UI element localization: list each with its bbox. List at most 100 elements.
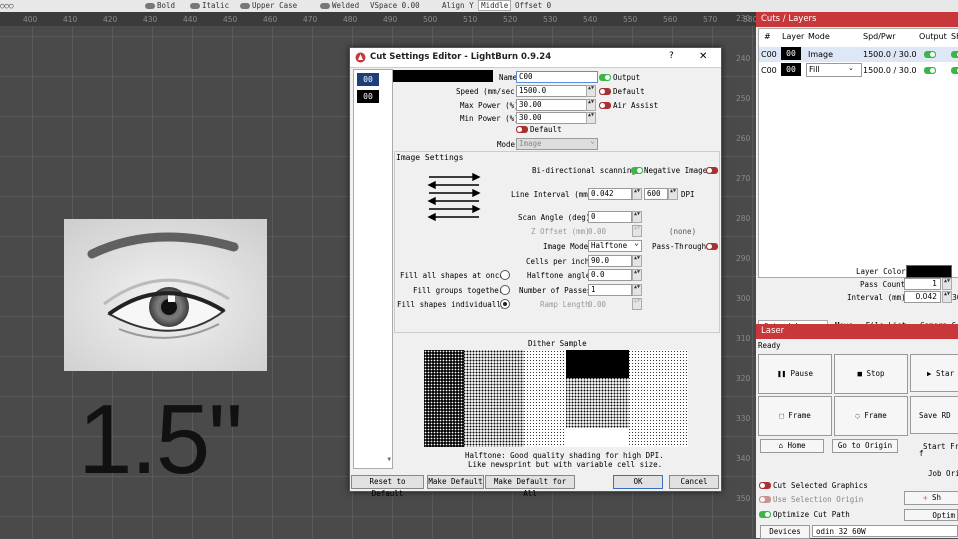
layer-list[interactable]: 00 00 ▼ (353, 69, 393, 469)
start-button[interactable]: ▶ Star (910, 354, 958, 392)
show-label: Sh (932, 493, 942, 502)
vspace-input[interactable]: 0.00 (402, 1, 420, 10)
upper-case-label: Upper Case (252, 1, 298, 10)
z-offset-spinner[interactable]: ▲▼ (632, 225, 642, 237)
row-speed-power: 1500.0 / 30.0 (863, 50, 917, 59)
use-selection-origin-toggle[interactable] (759, 496, 771, 503)
bidirectional-toggle[interactable] (631, 167, 643, 174)
save-rd-button[interactable]: Save RD f (910, 396, 958, 458)
ruler-tick-label: 550 (623, 15, 638, 24)
scan-angle-input[interactable]: 0 (588, 211, 632, 223)
max-power-input[interactable]: 30.00 (516, 99, 588, 111)
dpi-spinner[interactable]: ▲▼ (668, 188, 678, 200)
optimize-cut-path-toggle[interactable] (759, 511, 771, 518)
ruler-tick-label: 230 (736, 14, 751, 23)
italic-label: Italic (202, 1, 230, 10)
pass-count-spinner[interactable]: ▲▼ (942, 278, 952, 290)
start-from-label: Start Fr (923, 442, 958, 451)
row-output-toggle[interactable] (924, 67, 936, 74)
fill-groups-label: Fill groups together (413, 286, 504, 295)
row-speed-power: 1500.0 / 30.0 (863, 66, 917, 75)
image-mode-select[interactable]: Halftone (588, 238, 642, 252)
max-power-spinner[interactable]: ▲▼ (586, 99, 596, 111)
ruler-tick-label: 270 (736, 174, 751, 183)
fill-individual-radio[interactable] (500, 299, 510, 309)
vspace-control: VSpace 0.00 (370, 0, 420, 11)
scroll-down-icon[interactable]: ▼ (387, 456, 391, 463)
upper-case-toggle[interactable]: Upper Case (240, 0, 297, 11)
frame-circle-button[interactable]: ◌ Frame (834, 396, 908, 436)
devices-button[interactable]: Devices (760, 525, 810, 539)
pause-button[interactable]: ❚❚ Pause (758, 354, 832, 394)
optimization-settings-button[interactable]: Optim (904, 509, 958, 521)
start-label: Star (936, 369, 955, 378)
row-show-toggle[interactable] (951, 67, 958, 74)
frame-button[interactable]: ⬚ Frame (758, 396, 832, 436)
speed-spinner[interactable]: ▲▼ (586, 85, 596, 97)
fill-groups-radio[interactable] (500, 285, 510, 295)
number-of-passes-spinner[interactable]: ▲▼ (632, 284, 642, 296)
cells-per-inch-spinner[interactable]: ▲▼ (632, 255, 642, 267)
welded-toggle[interactable]: Welded (320, 0, 359, 11)
eye-image[interactable] (64, 219, 267, 371)
min-power-spinner[interactable]: ▲▼ (586, 112, 596, 124)
min-power-input[interactable]: 30.00 (516, 112, 588, 124)
layer-color-swatch[interactable] (393, 70, 493, 82)
make-default-for-all-button[interactable]: Make Default for All (485, 475, 575, 498)
offset-input[interactable]: 0 (547, 1, 552, 10)
halftone-angle-spinner[interactable]: ▲▼ (632, 269, 642, 281)
air-assist-toggle[interactable] (599, 102, 611, 109)
row-show-toggle[interactable] (951, 51, 958, 58)
speed-input[interactable]: 1500.0 (516, 85, 588, 97)
interval-spinner[interactable]: ▲▼ (942, 291, 952, 303)
scan-angle-spinner[interactable]: ▲▼ (632, 211, 642, 223)
cancel-button[interactable]: Cancel (669, 475, 719, 489)
layer-color-swatch[interactable] (906, 265, 952, 278)
layer-item[interactable]: 00 (357, 90, 379, 103)
mode-select[interactable]: Image (516, 136, 598, 150)
line-interval-input[interactable]: 0.042 (588, 188, 632, 200)
dpi-label: DPI (681, 190, 695, 199)
help-icon[interactable]: ? (669, 51, 674, 61)
italic-toggle[interactable]: Italic (190, 0, 229, 11)
number-of-passes-input[interactable]: 1 (588, 284, 632, 296)
ramp-length-input[interactable]: 0.00 (588, 300, 606, 309)
interval-input[interactable]: 0.042 (904, 291, 941, 303)
bold-toggle[interactable]: Bold (145, 0, 175, 11)
dpi-input[interactable]: 600 (644, 188, 668, 200)
close-icon[interactable]: ✕ (699, 51, 707, 62)
reset-to-default-button[interactable]: Reset to Default (351, 475, 424, 498)
ruler-tick-label: 450 (223, 15, 238, 24)
dither-sample-title: Dither Sample (528, 339, 587, 348)
ruler-tick-label: 500 (423, 15, 438, 24)
z-offset-input[interactable]: 0.00 (588, 227, 606, 236)
ramp-length-spinner[interactable]: ▲▼ (632, 298, 642, 310)
pass-through-toggle[interactable] (706, 243, 718, 250)
cells-per-inch-input[interactable]: 90.0 (588, 255, 632, 267)
row-output-toggle[interactable] (924, 51, 936, 58)
home-icon: ⌂ (778, 441, 783, 450)
align-select[interactable]: Middle (478, 0, 512, 11)
device-select[interactable]: odin 32 60W (812, 525, 958, 537)
output-label: Output (613, 73, 641, 82)
column-header: Spd/Pwr (863, 32, 896, 41)
stop-button[interactable]: ■ Stop (834, 354, 908, 394)
line-interval-spinner[interactable]: ▲▼ (632, 188, 642, 200)
ok-button[interactable]: OK (613, 475, 663, 489)
default-power-toggle[interactable] (516, 126, 528, 133)
cuts-layers-header: Cuts / Layers (756, 12, 958, 27)
halftone-angle-input[interactable]: 0.0 (588, 269, 632, 281)
default-speed-toggle[interactable] (599, 88, 611, 95)
output-toggle[interactable] (599, 74, 611, 81)
show-button[interactable]: ✛ Sh (904, 491, 958, 505)
home-button[interactable]: ⌂ Home (760, 439, 824, 453)
pass-count-input[interactable]: 1 (904, 278, 941, 290)
cut-selected-toggle[interactable] (759, 482, 771, 489)
name-input[interactable]: C00 (516, 71, 598, 83)
go-to-origin-button[interactable]: Go to Origin (832, 439, 898, 453)
layer-item[interactable]: 00 (357, 73, 379, 86)
negative-image-toggle[interactable] (706, 167, 718, 174)
make-default-button[interactable]: Make Default (427, 475, 484, 489)
fill-all-radio[interactable] (500, 270, 510, 280)
ruler-tick-label: 340 (736, 454, 751, 463)
